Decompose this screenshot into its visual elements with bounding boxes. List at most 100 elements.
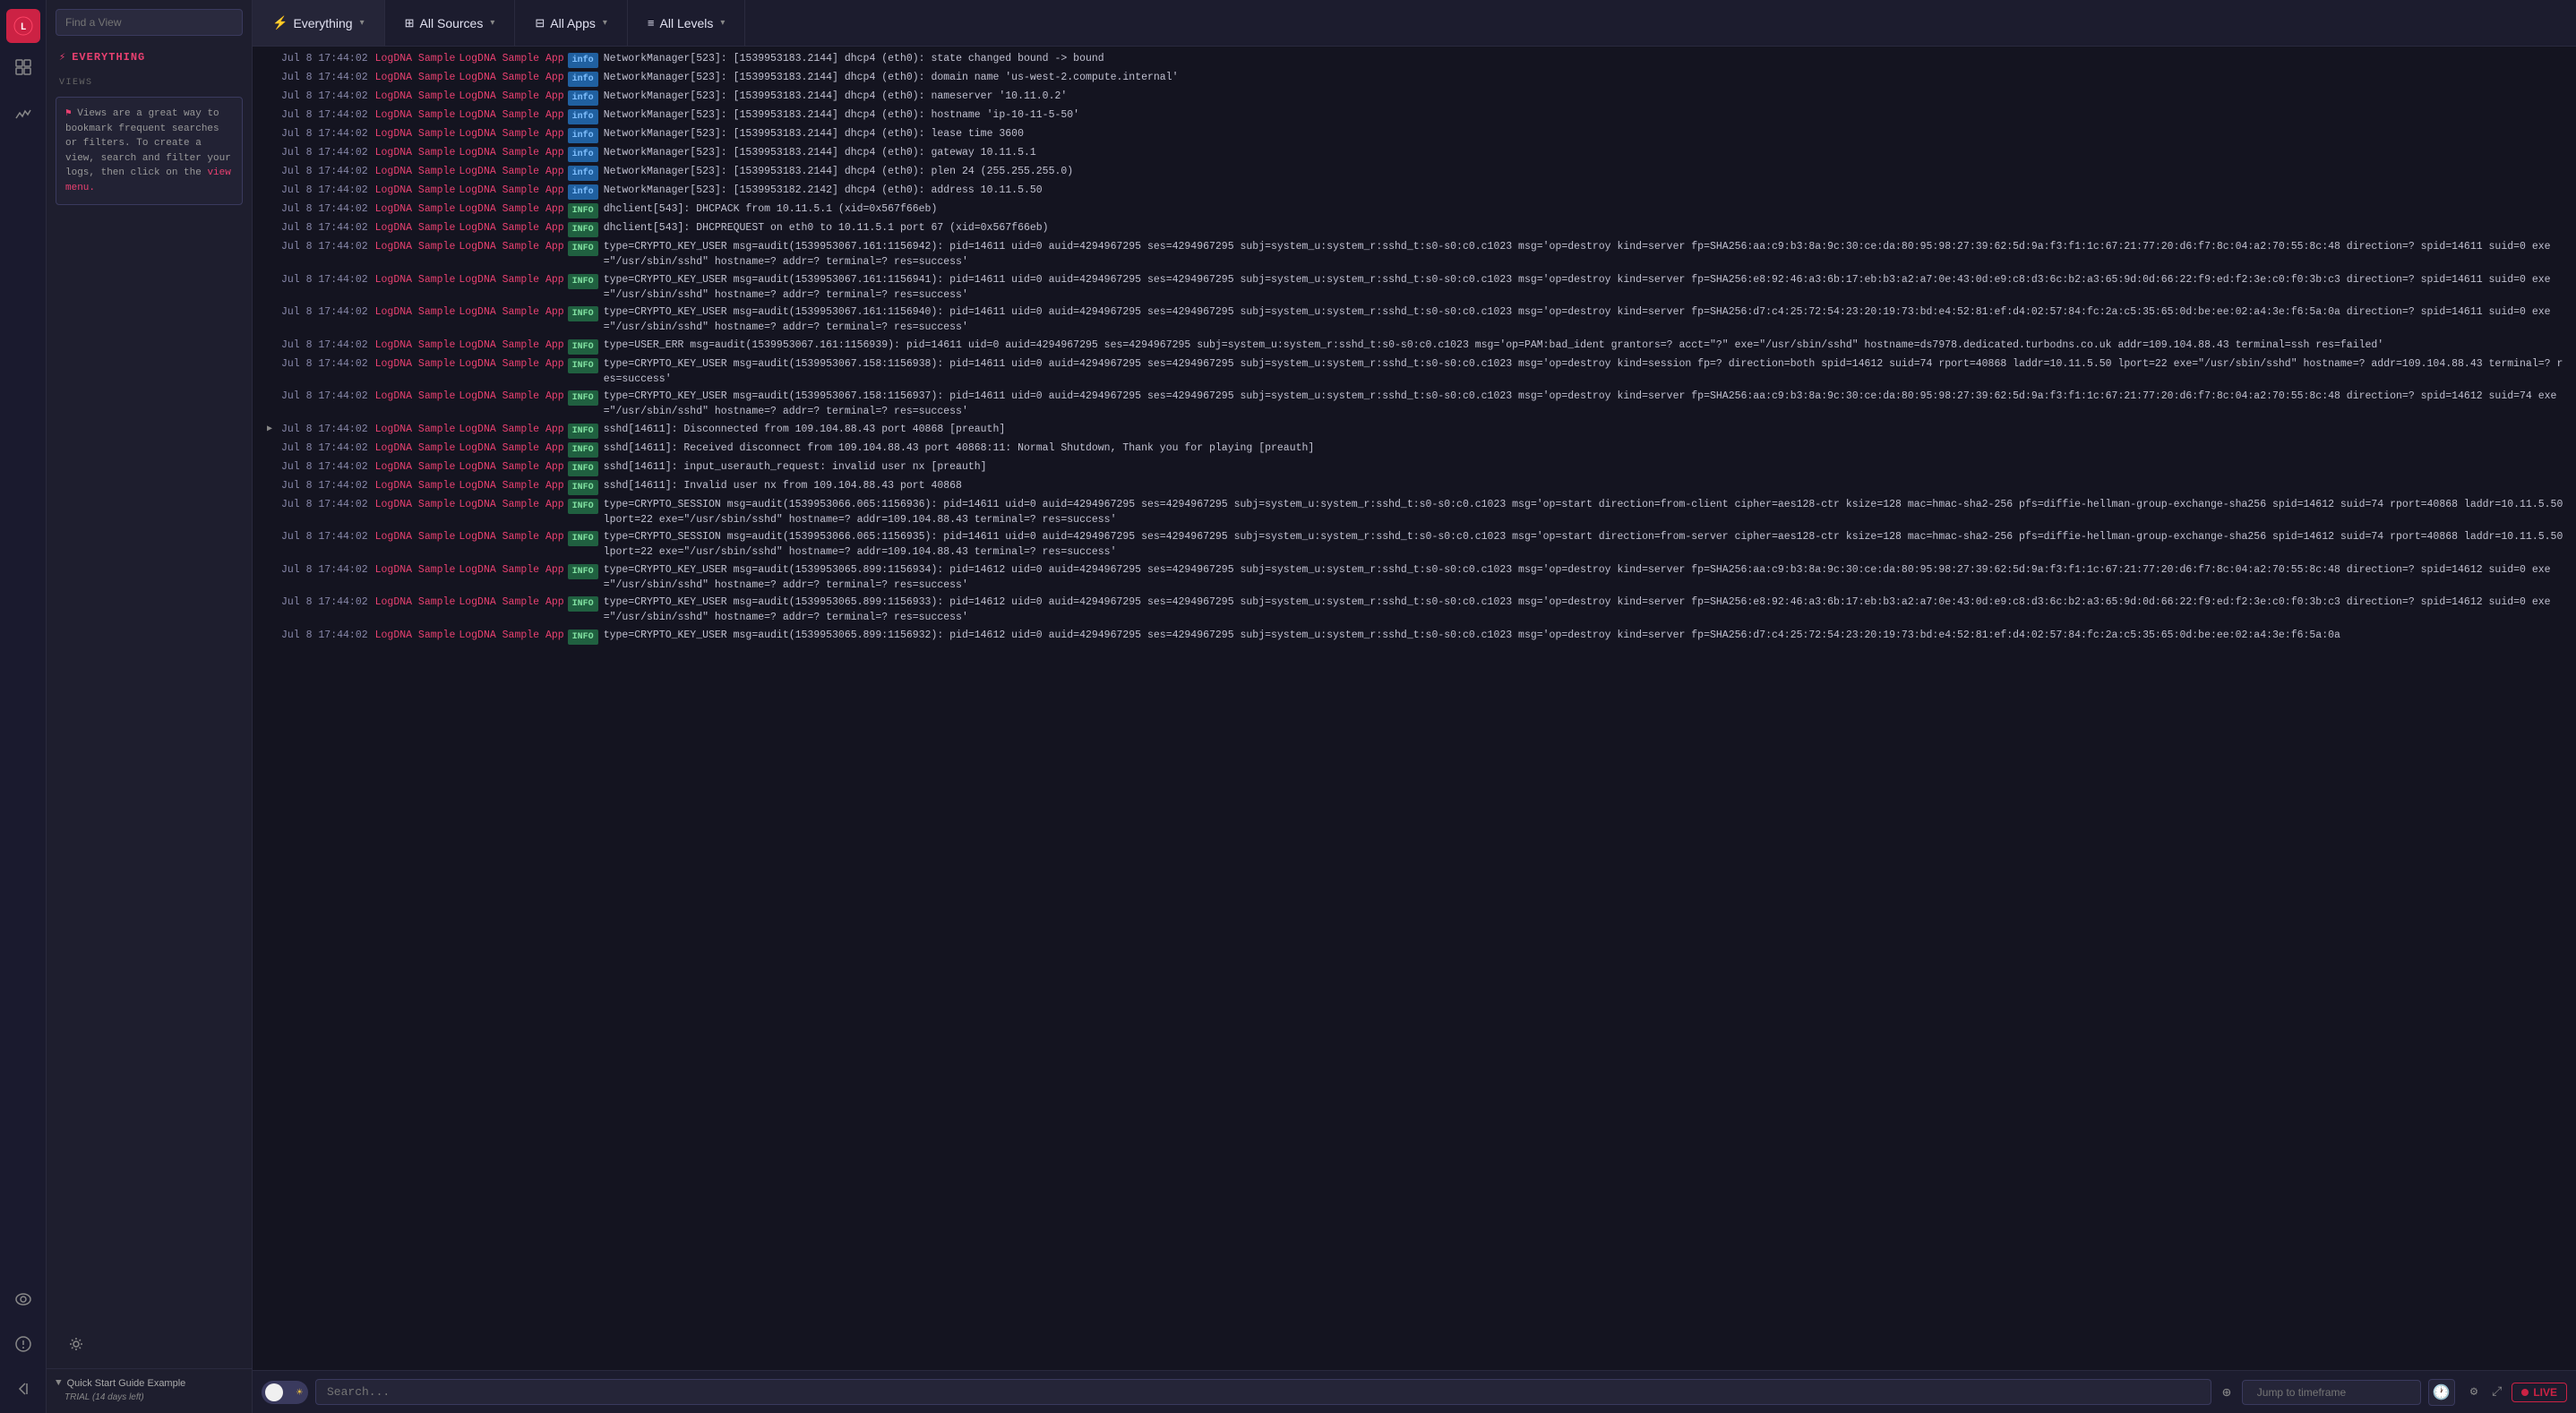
log-app[interactable]: LogDNA Sample App [459,220,563,236]
log-row[interactable]: Jul 8 17:44:02 LogDNA Sample LogDNA Samp… [253,528,2576,561]
log-app[interactable]: LogDNA Sample App [459,304,563,320]
log-app[interactable]: LogDNA Sample App [459,89,563,104]
log-source[interactable]: LogDNA Sample [375,338,456,353]
log-app[interactable]: LogDNA Sample App [459,628,563,643]
log-app[interactable]: LogDNA Sample App [459,441,563,456]
clock-button[interactable]: 🕐 [2428,1379,2455,1406]
layout-icon-btn[interactable] [6,50,40,84]
log-source[interactable]: LogDNA Sample [375,459,456,475]
log-source[interactable]: LogDNA Sample [375,145,456,160]
settings-bottom-icon[interactable]: ⚙ [2466,1382,2482,1402]
log-source[interactable]: LogDNA Sample [375,478,456,493]
collapse-sidebar-btn[interactable] [6,1372,40,1406]
log-source[interactable]: LogDNA Sample [375,107,456,123]
expand-arrow-placeholder [267,459,281,460]
everything-nav-item[interactable]: ⚡ EVERYTHING [47,45,252,73]
log-row[interactable]: Jul 8 17:44:02 LogDNA Sample LogDNA Samp… [253,271,2576,304]
log-app[interactable]: LogDNA Sample App [459,183,563,198]
log-source[interactable]: LogDNA Sample [375,70,456,85]
log-row[interactable]: Jul 8 17:44:02 LogDNA Sample LogDNA Samp… [253,388,2576,421]
log-row[interactable]: Jul 8 17:44:02 LogDNA Sample LogDNA Samp… [253,496,2576,529]
log-row[interactable]: Jul 8 17:44:02 LogDNA Sample LogDNA Samp… [253,69,2576,88]
log-row[interactable]: Jul 8 17:44:02 LogDNA Sample LogDNA Samp… [253,50,2576,69]
log-app[interactable]: LogDNA Sample App [459,497,563,512]
eye-icon-btn[interactable] [6,1282,40,1316]
log-row[interactable]: Jul 8 17:44:02 LogDNA Sample LogDNA Samp… [253,594,2576,627]
search-input[interactable] [315,1379,2211,1405]
log-source[interactable]: LogDNA Sample [375,201,456,217]
expand-icon[interactable]: ⤢ [2487,1383,2506,1402]
log-source[interactable]: LogDNA Sample [375,239,456,254]
log-app[interactable]: LogDNA Sample App [459,239,563,254]
all-sources-tab[interactable]: ⊞ All Sources ▾ [385,0,516,46]
log-app[interactable]: LogDNA Sample App [459,70,563,85]
log-row[interactable]: Jul 8 17:44:02 LogDNA Sample LogDNA Samp… [253,477,2576,496]
logo-button[interactable]: L [6,9,40,43]
log-source[interactable]: LogDNA Sample [375,89,456,104]
log-app[interactable]: LogDNA Sample App [459,422,563,437]
log-source[interactable]: LogDNA Sample [375,441,456,456]
settings-icon-btn[interactable] [59,1327,93,1361]
expand-arrow[interactable]: ▶ [267,422,281,436]
log-source[interactable]: LogDNA Sample [375,183,456,198]
jump-to-timeframe-input[interactable] [2242,1380,2421,1405]
log-app[interactable]: LogDNA Sample App [459,107,563,123]
log-app[interactable]: LogDNA Sample App [459,478,563,493]
log-area[interactable]: Jul 8 17:44:02 LogDNA Sample LogDNA Samp… [253,47,2576,1370]
log-source[interactable]: LogDNA Sample [375,272,456,287]
log-row[interactable]: ▶ Jul 8 17:44:02 LogDNA Sample LogDNA Sa… [253,421,2576,440]
log-row[interactable]: Jul 8 17:44:02 LogDNA Sample LogDNA Samp… [253,125,2576,144]
warning-icon-btn[interactable] [6,1327,40,1361]
log-app[interactable]: LogDNA Sample App [459,459,563,475]
find-view-input[interactable] [56,9,243,36]
log-app[interactable]: LogDNA Sample App [459,338,563,353]
log-app[interactable]: LogDNA Sample App [459,356,563,372]
log-source[interactable]: LogDNA Sample [375,126,456,141]
toggle-switch[interactable]: ☀ [262,1381,308,1404]
log-row[interactable]: Jul 8 17:44:02 LogDNA Sample LogDNA Samp… [253,201,2576,219]
log-source[interactable]: LogDNA Sample [375,356,456,372]
log-row[interactable]: Jul 8 17:44:02 LogDNA Sample LogDNA Samp… [253,182,2576,201]
log-app[interactable]: LogDNA Sample App [459,164,563,179]
log-row[interactable]: Jul 8 17:44:02 LogDNA Sample LogDNA Samp… [253,238,2576,271]
log-source[interactable]: LogDNA Sample [375,628,456,643]
log-row[interactable]: Jul 8 17:44:02 LogDNA Sample LogDNA Samp… [253,440,2576,458]
search-help-icon[interactable]: ⊕ [2219,1380,2235,1405]
log-app[interactable]: LogDNA Sample App [459,595,563,610]
log-app[interactable]: LogDNA Sample App [459,389,563,404]
log-row[interactable]: Jul 8 17:44:02 LogDNA Sample LogDNA Samp… [253,144,2576,163]
log-row[interactable]: Jul 8 17:44:02 LogDNA Sample LogDNA Samp… [253,355,2576,389]
all-levels-tab[interactable]: ≡ All Levels ▾ [628,0,746,46]
log-app[interactable]: LogDNA Sample App [459,529,563,544]
log-row[interactable]: Jul 8 17:44:02 LogDNA Sample LogDNA Samp… [253,163,2576,182]
log-app[interactable]: LogDNA Sample App [459,201,563,217]
log-source[interactable]: LogDNA Sample [375,51,456,66]
live-button[interactable]: LIVE [2512,1383,2567,1402]
log-app[interactable]: LogDNA Sample App [459,145,563,160]
log-source[interactable]: LogDNA Sample [375,389,456,404]
log-row[interactable]: Jul 8 17:44:02 LogDNA Sample LogDNA Samp… [253,561,2576,595]
log-row[interactable]: Jul 8 17:44:02 LogDNA Sample LogDNA Samp… [253,304,2576,337]
log-source[interactable]: LogDNA Sample [375,220,456,236]
log-row[interactable]: Jul 8 17:44:02 LogDNA Sample LogDNA Samp… [253,337,2576,355]
log-row[interactable]: Jul 8 17:44:02 LogDNA Sample LogDNA Samp… [253,88,2576,107]
log-source[interactable]: LogDNA Sample [375,562,456,578]
log-source[interactable]: LogDNA Sample [375,529,456,544]
log-app[interactable]: LogDNA Sample App [459,272,563,287]
log-row[interactable]: Jul 8 17:44:02 LogDNA Sample LogDNA Samp… [253,219,2576,238]
log-source[interactable]: LogDNA Sample [375,497,456,512]
activity-icon-btn[interactable] [6,98,40,133]
all-apps-tab[interactable]: ⊟ All Apps ▾ [515,0,628,46]
log-app[interactable]: LogDNA Sample App [459,126,563,141]
log-row[interactable]: Jul 8 17:44:02 LogDNA Sample LogDNA Samp… [253,458,2576,477]
log-source[interactable]: LogDNA Sample [375,422,456,437]
log-row[interactable]: Jul 8 17:44:02 LogDNA Sample LogDNA Samp… [253,627,2576,646]
quick-start-header[interactable]: ▼ Quick Start Guide Example [56,1374,243,1392]
log-row[interactable]: Jul 8 17:44:02 LogDNA Sample LogDNA Samp… [253,107,2576,125]
log-source[interactable]: LogDNA Sample [375,595,456,610]
log-app[interactable]: LogDNA Sample App [459,51,563,66]
everything-tab[interactable]: ⚡ Everything ▾ [253,0,385,46]
log-source[interactable]: LogDNA Sample [375,164,456,179]
log-app[interactable]: LogDNA Sample App [459,562,563,578]
log-source[interactable]: LogDNA Sample [375,304,456,320]
